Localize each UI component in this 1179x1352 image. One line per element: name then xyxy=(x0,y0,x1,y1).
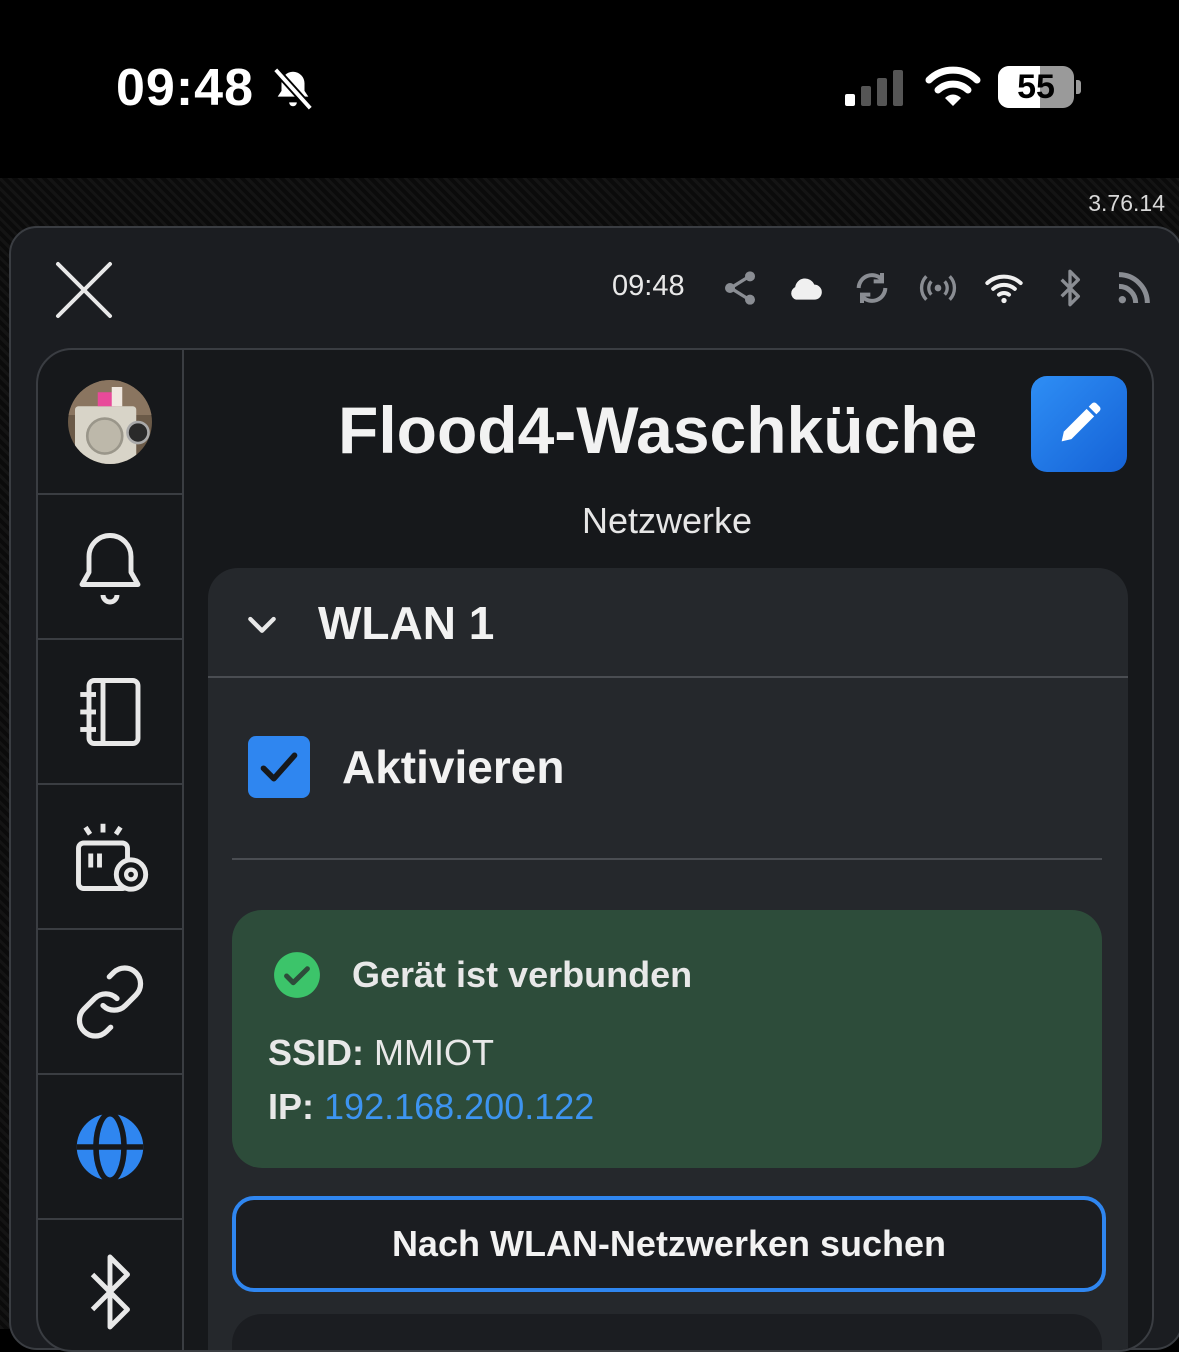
chevron-down-icon[interactable] xyxy=(242,604,282,644)
broadcast-icon xyxy=(919,275,957,301)
sidebar-item-device-settings[interactable] xyxy=(38,785,182,930)
share-icon[interactable] xyxy=(720,268,760,308)
ip-label: IP: xyxy=(268,1086,315,1127)
ip-link[interactable]: 192.168.200.122 xyxy=(324,1086,594,1127)
wlan-title: WLAN 1 xyxy=(318,597,495,649)
bluetooth-icon xyxy=(1060,269,1080,307)
app-version: 3.76.14 xyxy=(1088,190,1165,216)
notebook-icon xyxy=(80,677,141,746)
next-section xyxy=(232,1314,1102,1350)
ssid-label: SSID: xyxy=(268,1032,365,1073)
globe-icon xyxy=(76,1110,144,1183)
battery-percent: 55 xyxy=(1017,68,1055,106)
edit-button[interactable] xyxy=(1031,376,1127,472)
cell-signal-icon xyxy=(845,70,903,106)
sidebar-item-links[interactable] xyxy=(38,930,182,1075)
wifi-status-icon xyxy=(925,66,981,106)
ssid-row: SSID: MMIOT xyxy=(268,1032,494,1074)
device-card: Flood4-Waschküche Netzwerke WLAN 1 Aktiv… xyxy=(36,348,1154,1352)
link-icon xyxy=(76,964,144,1039)
check-circle-icon xyxy=(274,952,320,998)
cloud-icon xyxy=(791,278,822,300)
section-subtitle: Netzwerke xyxy=(581,500,753,541)
wifi-icon xyxy=(985,274,1023,304)
wlan-header[interactable]: WLAN 1 xyxy=(208,568,1128,678)
rss-icon xyxy=(1118,272,1150,304)
scan-wifi-button[interactable]: Nach WLAN-Netzwerken suchen xyxy=(232,1196,1106,1292)
ip-row: IP: 192.168.200.122 xyxy=(268,1086,594,1128)
battery-indicator: 55 xyxy=(998,66,1082,110)
ssid-value: MMIOT xyxy=(374,1032,495,1073)
sidebar-item-bluetooth[interactable] xyxy=(38,1220,182,1350)
connection-status-box: Gerät ist verbunden SSID: MMIOT IP: 192.… xyxy=(232,910,1102,1168)
connection-status-text: Gerät ist verbunden xyxy=(352,954,693,995)
avatar xyxy=(68,379,152,464)
close-icon[interactable] xyxy=(46,254,122,330)
device-settings-icon xyxy=(76,823,149,892)
activate-label: Aktivieren xyxy=(342,741,565,793)
wlan-card: WLAN 1 Aktivieren Gerät ist verbunden SS… xyxy=(208,568,1128,1350)
status-time: 09:48 xyxy=(116,59,254,117)
divider xyxy=(232,858,1102,860)
status-bar: 09:48 55 xyxy=(0,0,1179,178)
sidebar-item-device[interactable] xyxy=(38,350,182,495)
checkmark-icon xyxy=(260,752,298,782)
activate-checkbox[interactable] xyxy=(248,736,310,798)
bluetooth-icon xyxy=(90,1254,130,1329)
sidebar-item-log[interactable] xyxy=(38,640,182,785)
sync-icon xyxy=(856,273,888,303)
pencil-icon xyxy=(1061,402,1101,442)
page-title: Flood4-Waschküche xyxy=(338,393,978,467)
topbar-time: 09:48 xyxy=(612,270,685,302)
sidebar-item-network[interactable] xyxy=(38,1075,182,1220)
bell-off-icon xyxy=(272,67,314,111)
